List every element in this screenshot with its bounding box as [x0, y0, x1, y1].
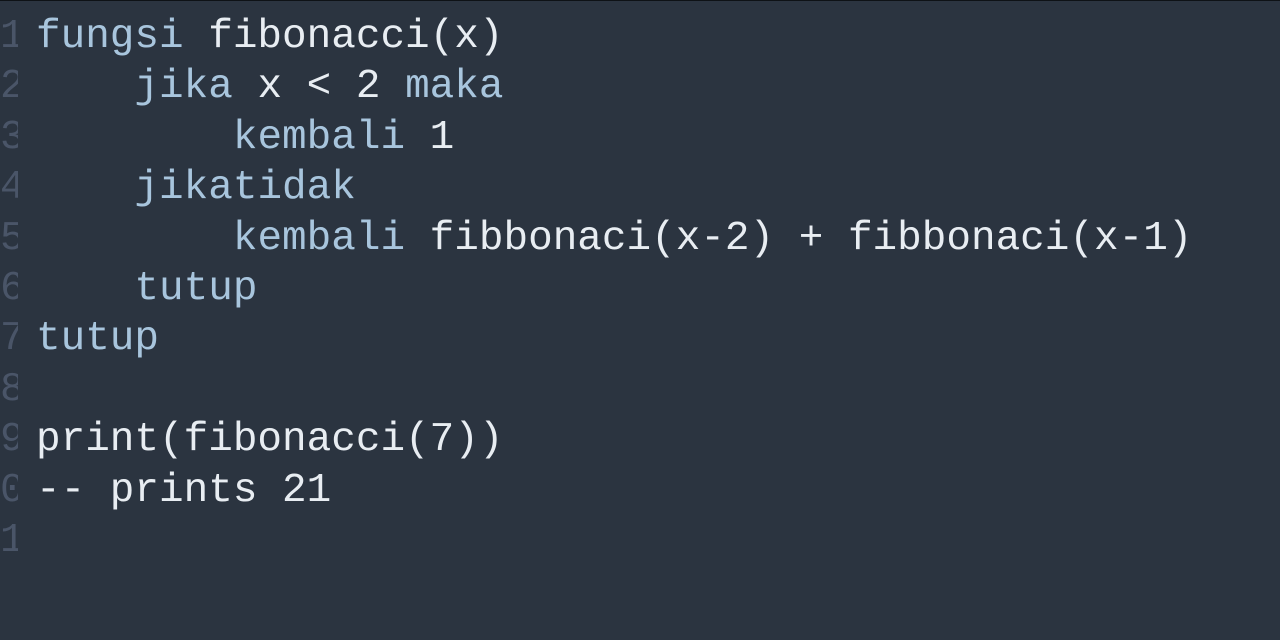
window-top-border [0, 0, 1280, 1]
line-number: 1 [0, 516, 18, 566]
kw-token: fungsi [36, 14, 184, 60]
code-line[interactable]: tutup [36, 314, 1192, 364]
line-number: 8 [0, 365, 18, 415]
line-number: 2 [0, 62, 18, 112]
code-line[interactable]: jikatidak [36, 163, 1192, 213]
code-line[interactable]: -- prints 21 [36, 466, 1192, 516]
line-number-gutter: 12345678901 [0, 12, 18, 640]
code-line[interactable]: tutup [36, 264, 1192, 314]
kw-token: maka [405, 64, 503, 110]
code-line[interactable]: kembali fibbonaci(x-2) + fibbonaci(x-1) [36, 214, 1192, 264]
ident-token: x < 2 [233, 64, 405, 110]
code-line[interactable]: fungsi fibonacci(x) [36, 12, 1192, 62]
line-number: 9 [0, 415, 18, 465]
whitespace [36, 266, 134, 312]
line-number: 3 [0, 113, 18, 163]
line-number: 6 [0, 264, 18, 314]
ident-token: fibbonaci(x-2) + fibbonaci(x-1) [405, 216, 1192, 262]
ident-token: 1 [405, 115, 454, 161]
comment-token: -- prints 21 [36, 468, 331, 514]
line-number: 1 [0, 12, 18, 62]
code-line[interactable] [36, 365, 1192, 415]
kw-token: tutup [134, 266, 257, 312]
line-number: 7 [0, 314, 18, 364]
whitespace [36, 115, 233, 161]
ident-token: print(fibonacci(7)) [36, 417, 503, 463]
kw-token: tutup [36, 316, 159, 362]
code-line[interactable]: jika x < 2 maka [36, 62, 1192, 112]
code-line[interactable]: kembali 1 [36, 113, 1192, 163]
kw-token: kembali [233, 216, 405, 262]
whitespace [36, 64, 134, 110]
code-area[interactable]: fungsi fibonacci(x) jika x < 2 maka kemb… [18, 12, 1192, 640]
line-number: 4 [0, 163, 18, 213]
kw-token: jikatidak [134, 165, 355, 211]
code-line[interactable]: print(fibonacci(7)) [36, 415, 1192, 465]
line-number: 0 [0, 466, 18, 516]
kw-token: jika [134, 64, 232, 110]
line-number: 5 [0, 214, 18, 264]
whitespace [36, 216, 233, 262]
whitespace [36, 165, 134, 211]
code-editor[interactable]: 12345678901 fungsi fibonacci(x) jika x <… [0, 0, 1280, 640]
kw-token: kembali [233, 115, 405, 161]
code-line[interactable] [36, 516, 1192, 566]
ident-token: fibonacci(x) [184, 14, 504, 60]
